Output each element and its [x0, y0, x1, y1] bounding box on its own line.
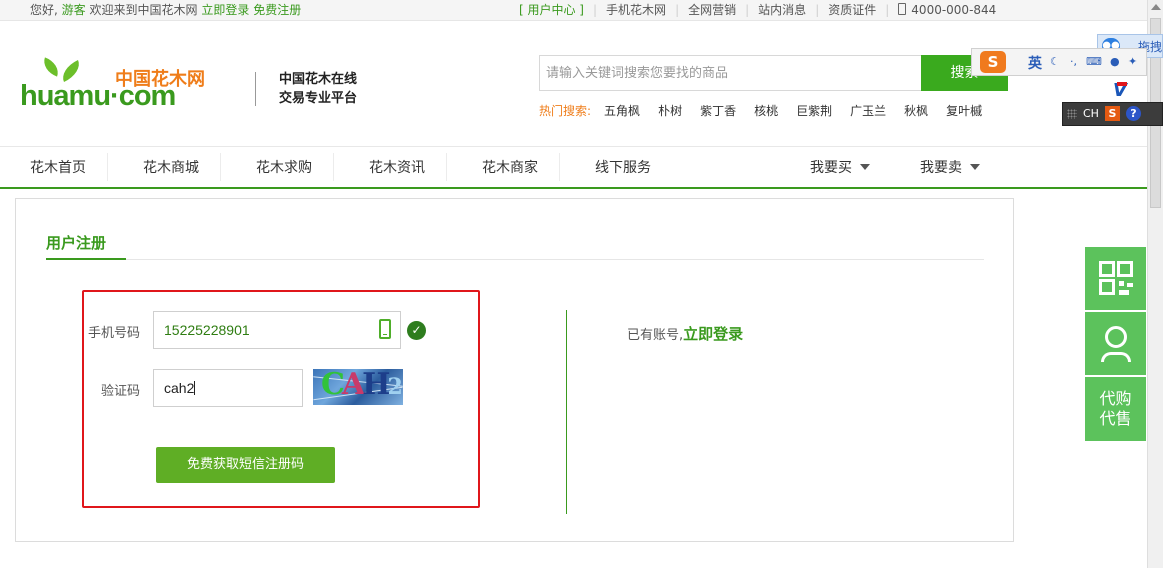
captcha-image[interactable]: CAH2: [313, 369, 403, 405]
caret-down-icon: [860, 164, 870, 170]
get-sms-code-button[interactable]: 免费获取短信注册码: [156, 447, 335, 483]
nav-news[interactable]: 花木资讯: [369, 157, 425, 177]
nav-divider: [333, 153, 334, 181]
hot-keyword[interactable]: 紫丁香: [700, 104, 736, 118]
register-title: 用户注册: [46, 234, 107, 252]
page-scrollbar[interactable]: [1147, 0, 1163, 568]
hot-search: 热门搜索: 五角枫 朴树 紫丁香 核桃 巨紫荆 广玉兰 秋枫 复叶槭: [539, 102, 1000, 119]
logo-leaf-icon: [40, 57, 62, 77]
nav-divider: [446, 153, 447, 181]
hot-keyword[interactable]: 五角枫: [604, 104, 640, 118]
slogan-line2: 交易专业平台: [279, 91, 358, 106]
qr-code-icon: [1099, 261, 1133, 295]
logo-leaf-icon: [58, 60, 84, 82]
hot-keyword[interactable]: 秋枫: [904, 104, 928, 118]
slogan-divider: [255, 72, 256, 106]
settings-icon[interactable]: ✦: [1128, 55, 1137, 68]
phone-label: 手机号码: [88, 326, 141, 341]
greeting-text: 您好,: [30, 3, 58, 17]
hot-keyword[interactable]: 核桃: [754, 104, 778, 118]
user-icon[interactable]: ●: [1110, 55, 1120, 68]
nav-home[interactable]: 花木首页: [30, 157, 86, 177]
captcha-value: cah2: [164, 380, 196, 396]
slogan: 中国花木在线 交易专业平台: [279, 70, 357, 108]
top-login-link[interactable]: 立即登录: [201, 3, 249, 17]
proxy-service-tool[interactable]: 代购 代售: [1085, 377, 1146, 441]
messages-link[interactable]: 站内消息: [758, 1, 806, 18]
login-now-link[interactable]: 立即登录: [683, 325, 743, 343]
drag-grip-icon[interactable]: [1067, 109, 1077, 119]
guest-text: 游客: [61, 3, 86, 17]
caret-down-icon: [970, 164, 980, 170]
has-account-text: 已有账号,: [627, 328, 684, 343]
customer-service-icon: [1100, 324, 1132, 364]
user-center-link[interactable]: [ 用户中心 ]: [519, 1, 584, 18]
keyboard-icon[interactable]: ⌨: [1086, 55, 1102, 68]
marketing-link[interactable]: 全网营销: [688, 1, 736, 18]
register-title-rule: [126, 259, 984, 260]
main-nav: 花木首页 花木商城 花木求购 花木资讯 花木商家 线下服务 我要买 我要卖: [0, 146, 1147, 189]
captcha-text: CAH2: [321, 369, 403, 402]
nav-sell-label: 我要卖: [920, 160, 962, 176]
hot-keyword[interactable]: 广玉兰: [850, 104, 886, 118]
search-input[interactable]: [540, 56, 918, 90]
top-bar: 您好, 游客 欢迎来到中国花木网 立即登录 免费注册 [ 用户中心 ] | 手机花木…: [0, 0, 1147, 21]
mobile-phone-icon: [379, 319, 391, 339]
hot-search-label: 热门搜索:: [539, 104, 592, 118]
nav-divider: [107, 153, 108, 181]
site-logo[interactable]: 中国花木网 huamu·com: [20, 57, 235, 112]
nav-offline[interactable]: 线下服务: [595, 157, 651, 177]
qr-code-tool[interactable]: [1085, 247, 1146, 310]
has-account: 已有账号,立即登录: [627, 323, 743, 344]
phone-field[interactable]: 15225228901: [153, 311, 401, 349]
customer-service-tool[interactable]: [1085, 312, 1146, 375]
nav-buy-label: 我要买: [810, 160, 852, 176]
sogou-small-icon[interactable]: S: [1105, 106, 1120, 121]
nav-buy-menu[interactable]: 我要买: [810, 157, 870, 177]
help-icon[interactable]: ?: [1126, 106, 1141, 121]
logo-english: huamu·com: [20, 80, 176, 112]
nav-divider: [559, 153, 560, 181]
hot-keyword[interactable]: 复叶槭: [946, 104, 982, 118]
code-label: 验证码: [101, 384, 141, 399]
nav-merchants[interactable]: 花木商家: [482, 157, 538, 177]
phone-value: 15225228901: [164, 322, 250, 338]
hot-keyword[interactable]: 朴树: [658, 104, 682, 118]
scroll-up-icon[interactable]: [1151, 4, 1161, 10]
v-logo-icon: V: [1113, 80, 1141, 101]
hot-keyword[interactable]: 巨紫荆: [796, 104, 832, 118]
language-bar[interactable]: CH S ?: [1062, 102, 1163, 126]
captcha-field[interactable]: cah2: [153, 369, 303, 407]
search-box: [539, 55, 921, 91]
phone-icon: [898, 3, 907, 15]
mobile-site-link[interactable]: 手机花木网: [606, 1, 666, 18]
certificates-link[interactable]: 资质证件: [828, 1, 876, 18]
hotline-text: 4000-000-844: [911, 3, 997, 17]
ime-language[interactable]: CH: [1083, 107, 1099, 120]
ime-mode-toggle[interactable]: 英: [1028, 53, 1042, 73]
proxy-service-label: 代购 代售: [1099, 389, 1132, 428]
sogou-ime-bar[interactable]: S 英 ☾ ·, ⌨ ● ✦: [971, 48, 1147, 76]
sogou-logo-icon: S: [980, 51, 1006, 73]
nav-purchase[interactable]: 花木求购: [256, 157, 312, 177]
register-title-underline: [46, 258, 126, 260]
punctuation-icon[interactable]: ·,: [1070, 55, 1077, 68]
top-bar-links: [ 用户中心 ] | 手机花木网 | 全网营销 | 站内消息 | 资质证件 | 4000-000-8…: [519, 1, 997, 18]
nav-divider: [220, 153, 221, 181]
panel-divider: [566, 310, 567, 514]
slogan-line1: 中国花木在线: [279, 72, 358, 87]
top-bar-welcome: 您好, 游客 欢迎来到中国花木网 立即登录 免费注册: [30, 1, 301, 18]
nav-sell-menu[interactable]: 我要卖: [920, 157, 980, 177]
check-icon: ✓: [407, 321, 426, 340]
moon-icon[interactable]: ☾: [1050, 55, 1060, 68]
welcome-text: 欢迎来到中国花木网: [89, 3, 198, 17]
top-register-link[interactable]: 免费注册: [253, 3, 301, 17]
nav-mall[interactable]: 花木商城: [143, 157, 199, 177]
